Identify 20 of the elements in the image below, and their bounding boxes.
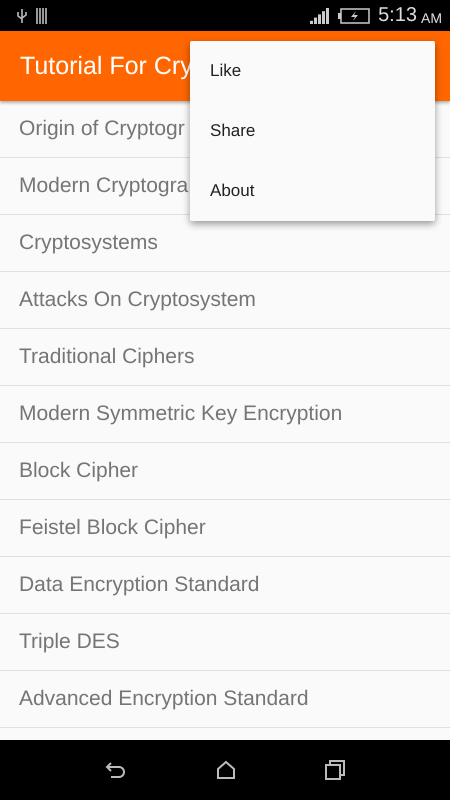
list-item[interactable]: Traditional Ciphers — [0, 329, 450, 386]
back-icon[interactable] — [104, 760, 127, 780]
home-icon[interactable] — [216, 760, 236, 780]
clock-period: AM — [421, 10, 442, 26]
list-item[interactable]: Triple DES — [0, 614, 450, 671]
menu-item[interactable]: Share — [190, 101, 435, 161]
clock-time: 5:13 — [378, 4, 417, 27]
list-item[interactable]: Modern Symmetric Key Encryption — [0, 386, 450, 443]
usb-icon — [16, 8, 28, 24]
barcode-icon — [36, 8, 49, 24]
list-item[interactable]: Advanced Encryption Standard — [0, 671, 450, 728]
menu-item[interactable]: Like — [190, 41, 435, 101]
recent-apps-icon[interactable] — [325, 760, 346, 780]
list-item[interactable]: Block Cipher — [0, 443, 450, 500]
signal-icon — [310, 8, 330, 24]
battery-icon — [338, 8, 370, 24]
list-item[interactable]: Attacks On Cryptosystem — [0, 272, 450, 329]
list-item[interactable]: Feistel Block Cipher — [0, 500, 450, 557]
list-item[interactable]: Data Encryption Standard — [0, 557, 450, 614]
app-title: Tutorial For Cry — [20, 52, 193, 80]
